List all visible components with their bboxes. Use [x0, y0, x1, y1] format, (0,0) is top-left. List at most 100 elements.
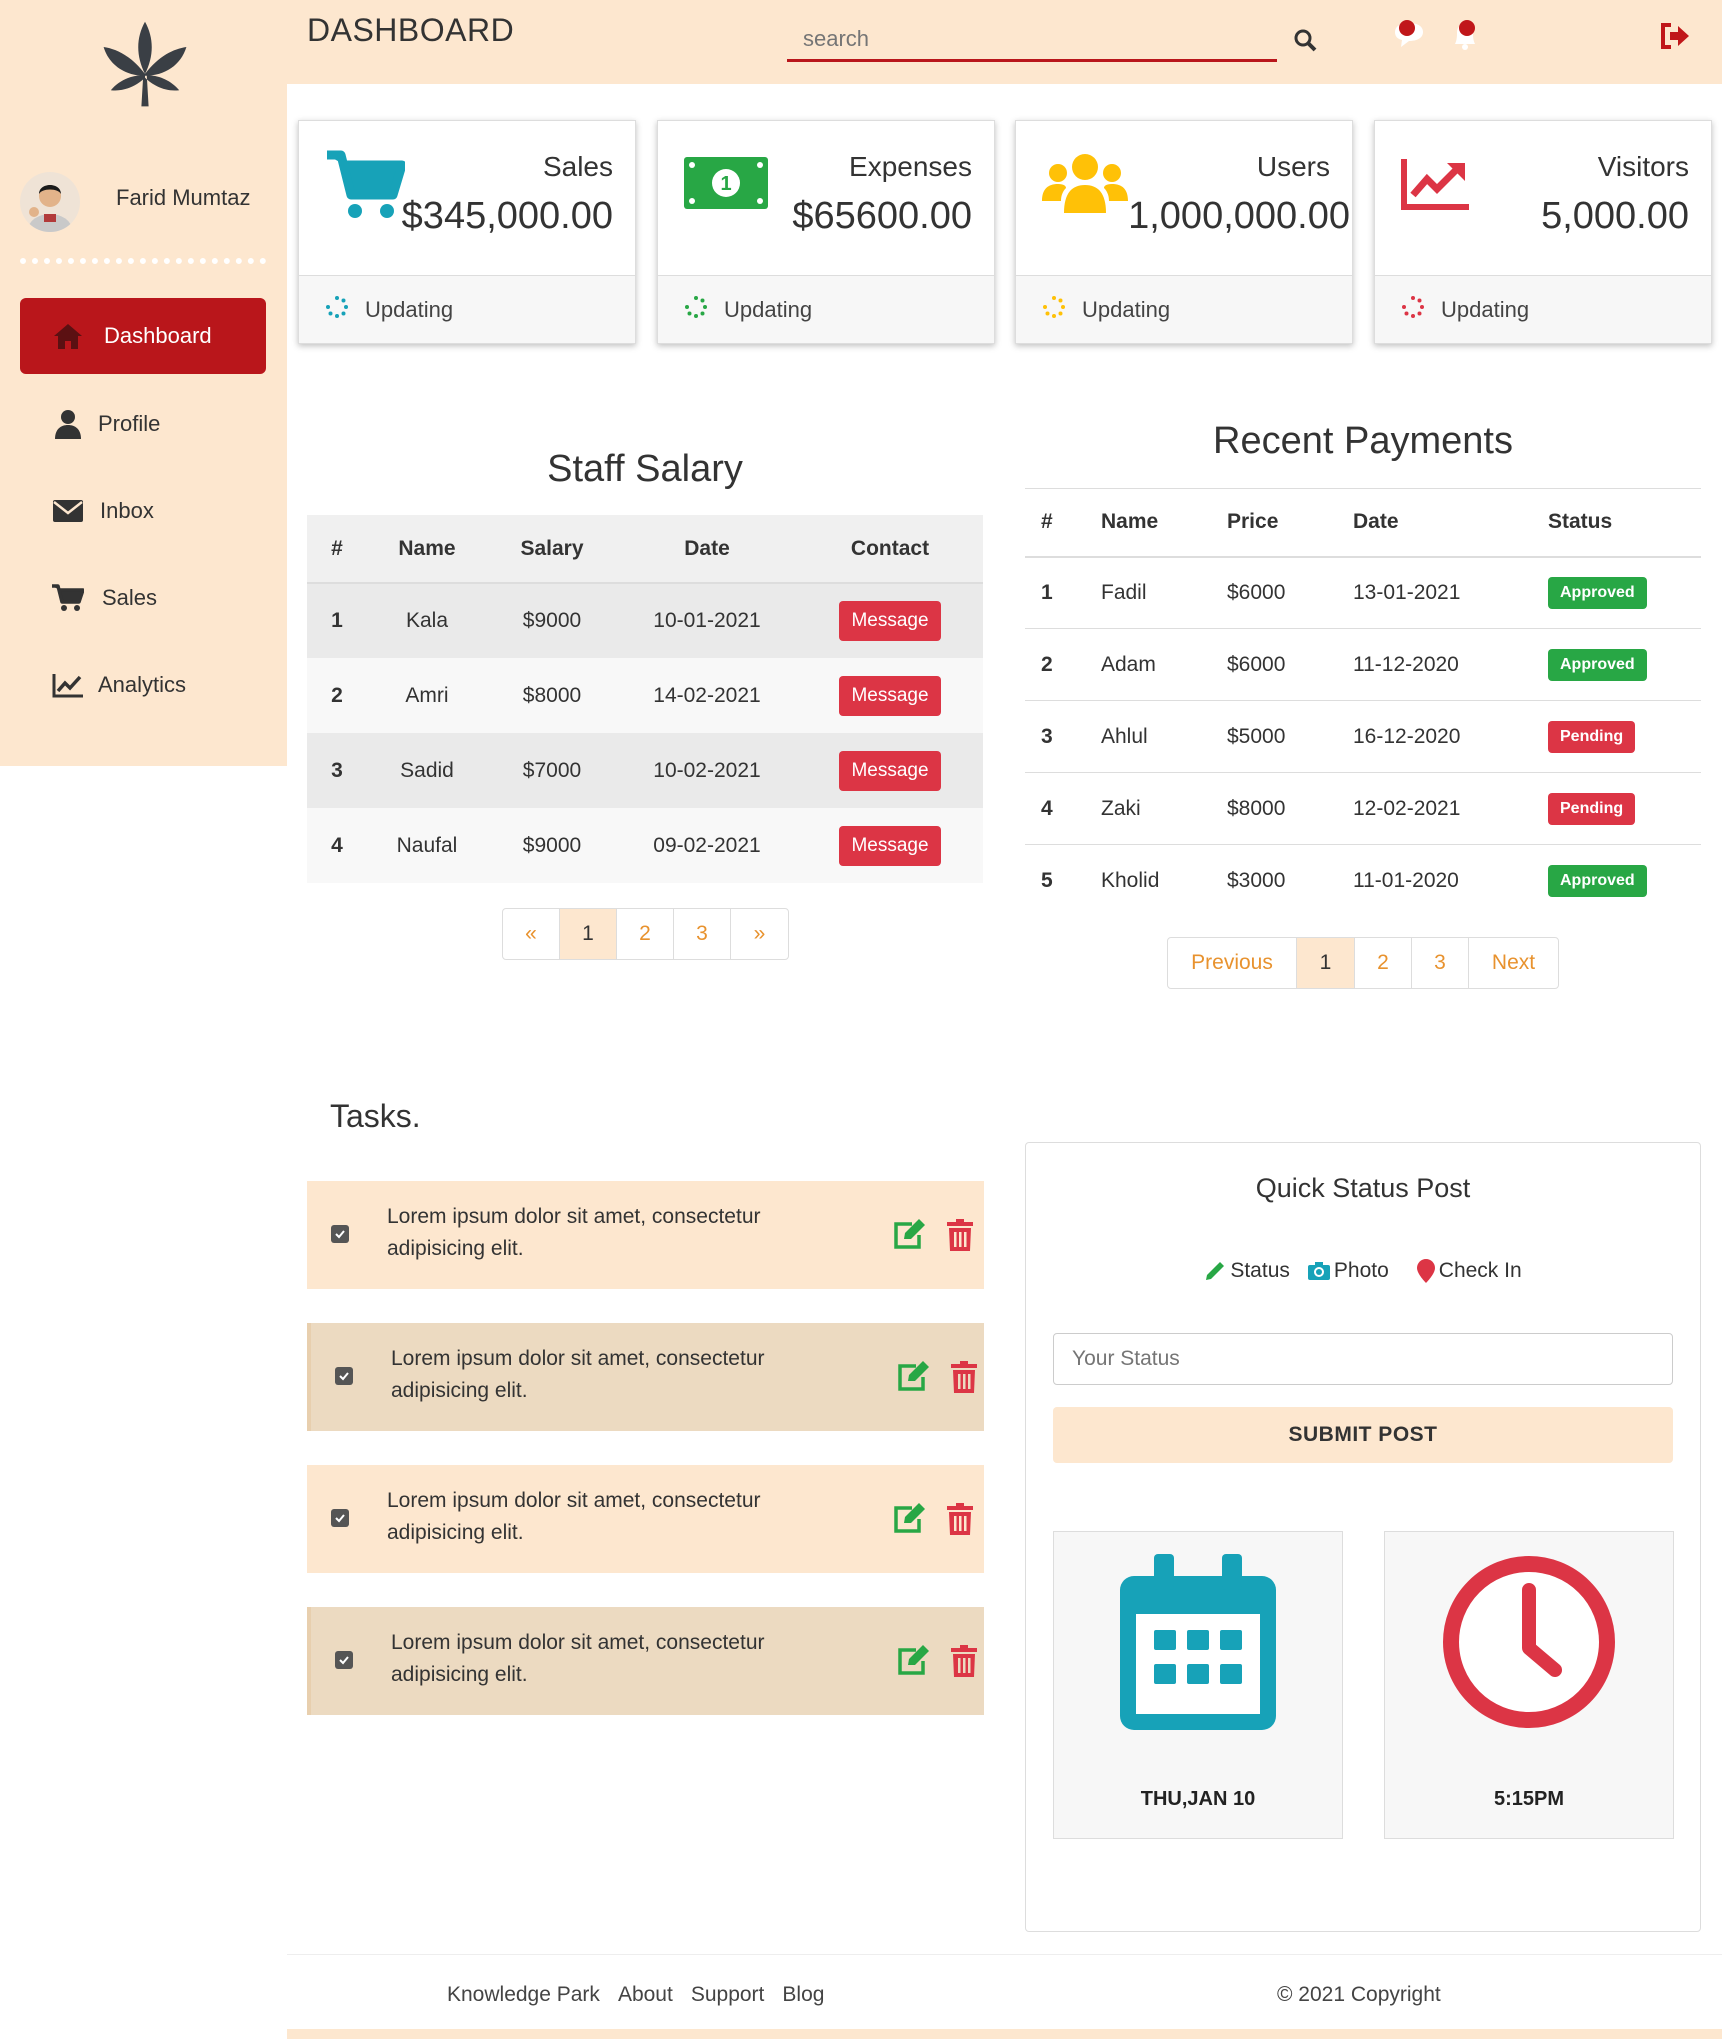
pager-page-2[interactable]: 2	[617, 909, 674, 959]
row-number: 3	[1025, 700, 1085, 773]
task-checkbox[interactable]	[331, 1225, 349, 1243]
search-input[interactable]	[787, 18, 1277, 62]
salary-date: 14-02-2021	[617, 658, 797, 733]
sidebar-item-dashboard[interactable]: Dashboard	[20, 298, 266, 374]
footer-link-blog[interactable]: Blog	[782, 1983, 824, 2007]
quick-status-post-panel: Quick Status Post Status Photo Check In …	[1025, 1142, 1701, 1932]
card-status: Updating	[365, 296, 454, 322]
table-header-row: # Name Salary Date Contact	[307, 515, 983, 584]
footer-links: Knowledge Park About Support Blog	[447, 1983, 824, 2007]
tasks-title: Tasks.	[330, 1098, 421, 1134]
tab-check-in[interactable]: Check In	[1416, 1259, 1522, 1283]
footer-link-about[interactable]: About	[618, 1983, 673, 2007]
edit-icon[interactable]	[892, 1219, 926, 1256]
payer-name: Zaki	[1085, 772, 1211, 845]
tab-photo[interactable]: Photo	[1307, 1259, 1389, 1283]
message-notification-icon[interactable]	[1391, 18, 1427, 57]
shopping-cart-icon	[325, 149, 407, 226]
spinner-icon	[684, 295, 708, 325]
message-button[interactable]: Message	[839, 825, 941, 866]
pager-prev[interactable]: «	[503, 909, 560, 959]
payment-date: 11-12-2020	[1337, 628, 1532, 701]
status-input[interactable]	[1053, 1333, 1673, 1385]
logout-icon[interactable]	[1659, 22, 1691, 55]
search-icon[interactable]	[1293, 28, 1317, 57]
trash-icon[interactable]	[951, 1645, 977, 1682]
table-header-row: # Name Price Date Status	[1025, 488, 1701, 558]
trash-icon[interactable]	[947, 1219, 973, 1256]
row-number: 4	[1025, 772, 1085, 845]
payer-name: Fadil	[1085, 556, 1211, 629]
pager-page-3[interactable]: 3	[674, 909, 731, 959]
card-value: $345,000.00	[401, 195, 613, 237]
trash-icon[interactable]	[951, 1361, 977, 1398]
bell-notification-icon[interactable]	[1447, 18, 1483, 57]
time-tile: 5:15PM	[1384, 1531, 1674, 1839]
column-header: Name	[1085, 488, 1211, 558]
pager-page-1[interactable]: 1	[560, 909, 617, 959]
chart-area-icon	[1401, 157, 1471, 216]
tab-photo-label: Photo	[1333, 1259, 1389, 1282]
submit-post-button[interactable]: SUBMIT POST	[1053, 1407, 1673, 1463]
footer: Knowledge Park About Support Blog © 2021…	[287, 1954, 1722, 2029]
card-value: $65600.00	[792, 195, 972, 237]
pager-previous[interactable]: Previous	[1168, 938, 1297, 988]
card-label: Sales	[542, 151, 613, 182]
payer-name: Adam	[1085, 628, 1211, 701]
salary-date: 10-01-2021	[617, 583, 797, 658]
envelope-icon	[38, 491, 98, 531]
user-profile[interactable]: Farid Mumtaz	[20, 172, 270, 232]
message-button[interactable]: Message	[839, 750, 941, 791]
payment-date: 11-01-2020	[1353, 868, 1459, 892]
sidebar-item-sales[interactable]: Sales	[20, 560, 266, 636]
task-checkbox[interactable]	[335, 1367, 353, 1385]
sidebar-item-inbox[interactable]: Inbox	[20, 473, 266, 549]
status-badge: Approved	[1548, 576, 1647, 609]
sidebar-item-profile[interactable]: Profile	[20, 386, 266, 462]
column-header: Date	[1337, 488, 1532, 558]
svg-text:1: 1	[720, 173, 731, 195]
pager-page-1[interactable]: 1	[1297, 938, 1355, 988]
message-button[interactable]: Message	[839, 601, 941, 641]
edit-icon[interactable]	[892, 1503, 926, 1540]
table-row: 2 Adam $6000 11-12-2020 Approved	[1025, 628, 1701, 701]
payer-name: Kholid	[1101, 868, 1160, 892]
spinner-icon	[1042, 295, 1066, 325]
sidebar-item-label: Profile	[98, 411, 161, 436]
sidebar-item-label: Dashboard	[104, 323, 212, 348]
task-item: Lorem ipsum dolor sit amet, consectetur …	[307, 1181, 984, 1289]
staff-name: Sadid	[367, 733, 487, 808]
message-button[interactable]: Message	[839, 675, 941, 716]
footer-link-support[interactable]: Support	[691, 1983, 765, 2007]
visitors-card: Visitors 5,000.00 Updating	[1374, 120, 1712, 344]
row-number: 5	[1041, 868, 1053, 892]
table-row: 4 Zaki $8000 12-02-2021 Pending	[1025, 772, 1701, 845]
page-title: DASHBOARD	[307, 12, 515, 48]
payments-pagination: Previous 1 2 3 Next	[1167, 937, 1559, 989]
table-row: 4 Naufal $9000 09-02-2021 Message	[307, 808, 983, 883]
contact-cell: Message	[797, 733, 983, 808]
user-name: Farid Mumtaz	[116, 185, 251, 210]
column-header: Salary	[487, 515, 617, 584]
status-cell: Approved	[1532, 556, 1701, 629]
status-cell: Approved	[1532, 628, 1701, 701]
sidebar: Farid Mumtaz Dashboard Profile Inbox Sal…	[0, 0, 287, 766]
card-footer: Updating	[1375, 275, 1711, 343]
trash-icon[interactable]	[947, 1503, 973, 1540]
footer-link-knowledge-park[interactable]: Knowledge Park	[447, 1983, 600, 2007]
tab-status[interactable]: Status	[1204, 1259, 1290, 1283]
sidebar-item-analytics[interactable]: Analytics	[20, 647, 266, 723]
edit-icon[interactable]	[896, 1361, 930, 1398]
card-label: Users	[1256, 151, 1330, 182]
task-checkbox[interactable]	[335, 1651, 353, 1669]
payment-price: $3000	[1227, 868, 1286, 892]
task-checkbox[interactable]	[331, 1509, 349, 1527]
task-text: Lorem ipsum dolor sit amet, consectetur …	[387, 1205, 761, 1260]
home-icon	[38, 316, 98, 356]
pager-next[interactable]: Next	[1469, 938, 1558, 988]
pager-page-3[interactable]: 3	[1412, 938, 1469, 988]
pager-page-2[interactable]: 2	[1355, 938, 1412, 988]
edit-icon[interactable]	[896, 1645, 930, 1682]
payment-date: 16-12-2020	[1337, 700, 1532, 773]
pager-next[interactable]: »	[731, 909, 788, 959]
